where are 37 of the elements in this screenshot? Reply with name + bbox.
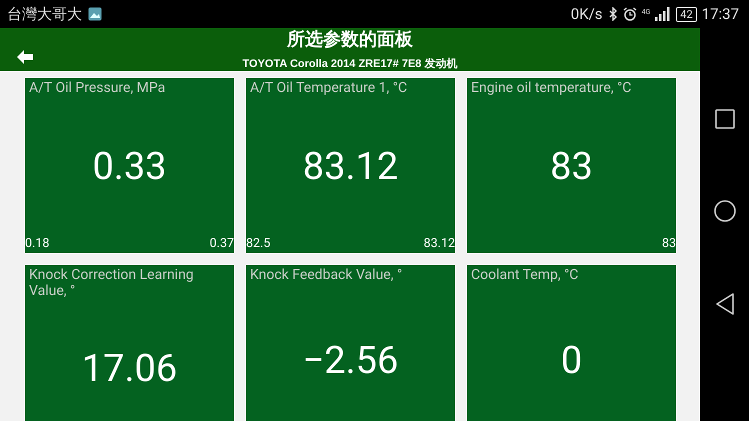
- alarm-clock-icon: [622, 7, 637, 21]
- header-title: 所选参数的面板: [287, 28, 413, 52]
- back-arrow-icon[interactable]: [16, 49, 34, 65]
- parameter-value: 0: [560, 338, 584, 384]
- parameter-name: Knock Correction Learning Value, °: [28, 267, 195, 299]
- max-value: 0.37: [210, 237, 234, 251]
- image-icon: [88, 7, 102, 21]
- min-value: 82.5: [246, 237, 270, 251]
- parameter-tile[interactable]: A/T Oil Temperature 1, °C 83.12 82.5 83.12: [246, 78, 455, 253]
- square-icon[interactable]: [714, 108, 734, 129]
- network-speed: 0K/s: [570, 5, 603, 23]
- parameter-tile[interactable]: Knock Feedback Value, ° −2.56: [246, 265, 455, 421]
- parameter-tile[interactable]: Engine oil temperature, °C 83 83: [467, 78, 676, 253]
- parameter-value: 17.06: [80, 346, 178, 392]
- parameter-name: Knock Feedback Value, °: [249, 267, 404, 283]
- parameter-tile[interactable]: A/T Oil Pressure, MPa 0.33 0.18 0.37: [25, 78, 234, 253]
- header-subtitle: TOYOTA Corolla 2014 ZRE17# 7E8 发动机: [242, 56, 458, 71]
- bluetooth-icon: [608, 7, 618, 21]
- signal-icon: [655, 7, 672, 21]
- parameter-tile[interactable]: Coolant Temp, °C 0: [467, 265, 676, 421]
- parameter-name: A/T Oil Temperature 1, °C: [249, 80, 408, 96]
- max-value: 83: [662, 237, 676, 251]
- parameter-tile[interactable]: Knock Correction Learning Value, ° 17.06: [25, 265, 234, 421]
- circle-icon[interactable]: [714, 200, 736, 222]
- back-icon[interactable]: [714, 293, 734, 316]
- parameter-value: 83.12: [302, 144, 400, 190]
- max-value: 83.12: [424, 237, 455, 251]
- clock-time: 17:37: [702, 5, 739, 23]
- parameter-value: 83: [549, 144, 594, 190]
- battery-level: 42: [676, 6, 697, 22]
- min-value: 0.18: [25, 237, 50, 251]
- parameter-value: 0.33: [91, 144, 168, 190]
- parameter-name: Engine oil temperature, °C: [470, 80, 632, 96]
- carrier-name: 台灣大哥大: [7, 4, 82, 24]
- parameter-name: A/T Oil Pressure, MPa: [28, 80, 166, 96]
- parameter-value: −2.56: [302, 338, 400, 384]
- parameter-name: Coolant Temp, °C: [470, 267, 580, 283]
